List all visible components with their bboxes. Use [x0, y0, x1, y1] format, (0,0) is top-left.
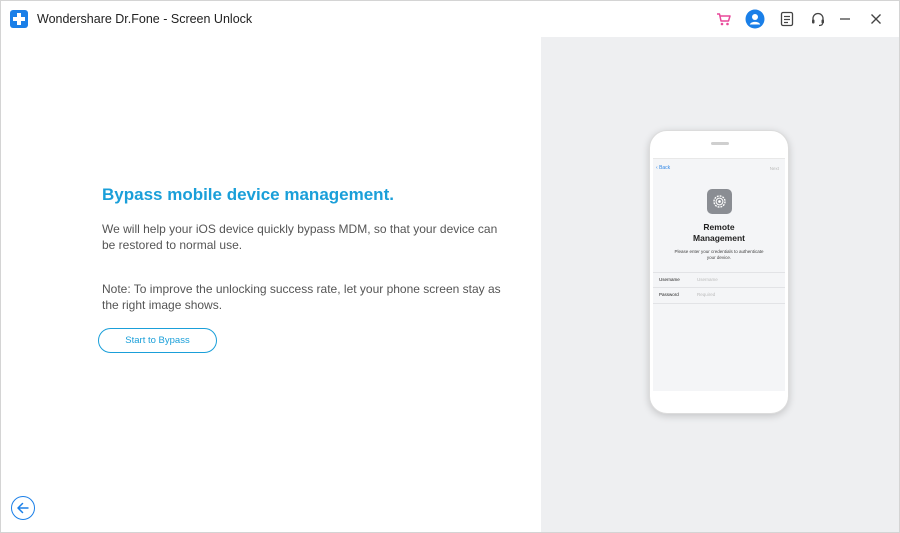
title-bar: Wondershare Dr.Fone - Screen Unlock — [1, 1, 899, 37]
note-text: Note: To improve the unlocking success r… — [102, 282, 501, 312]
content-panel: Bypass mobile device management. We will… — [1, 37, 541, 532]
feedback-icon[interactable] — [777, 9, 797, 29]
description-text: We will help your iOS device quickly byp… — [102, 222, 498, 252]
phone-field-label: Password — [659, 292, 679, 297]
close-icon[interactable] — [866, 9, 886, 29]
phone-illustration: ‹ Back Next Remote Management Please ent… — [649, 130, 789, 414]
phone-back-link: ‹ Back — [656, 165, 671, 171]
phone-field-placeholder: Username — [697, 277, 718, 282]
phone-password-row: Password Required — [653, 287, 785, 304]
phone-field-label: Username — [659, 277, 680, 282]
phone-screen-subtitle: Please enter your credentials to authent… — [674, 249, 764, 260]
page-title: Bypass mobile device management. — [102, 185, 394, 204]
arrow-left-icon — [17, 502, 29, 514]
app-window: Wondershare Dr.Fone - Screen Unlock Bypa… — [0, 0, 900, 533]
settings-gear-icon — [707, 189, 732, 214]
phone-next-link: Next — [769, 166, 779, 171]
app-logo-icon — [10, 10, 28, 28]
account-icon[interactable] — [745, 9, 765, 29]
phone-username-row: Username Username — [653, 272, 785, 288]
start-to-bypass-button[interactable]: Start to Bypass — [98, 328, 217, 353]
support-icon[interactable] — [808, 9, 828, 29]
back-button[interactable] — [11, 496, 35, 520]
phone-speaker — [711, 142, 729, 145]
phone-screen: ‹ Back Next Remote Management Please ent… — [653, 158, 785, 391]
cart-icon[interactable] — [714, 9, 734, 29]
phone-screen-title: Remote Management — [693, 222, 745, 243]
phone-field-placeholder: Required — [697, 292, 716, 297]
app-title: Wondershare Dr.Fone - Screen Unlock — [37, 12, 253, 26]
preview-panel: ‹ Back Next Remote Management Please ent… — [541, 37, 899, 532]
minimize-icon[interactable] — [835, 9, 855, 29]
